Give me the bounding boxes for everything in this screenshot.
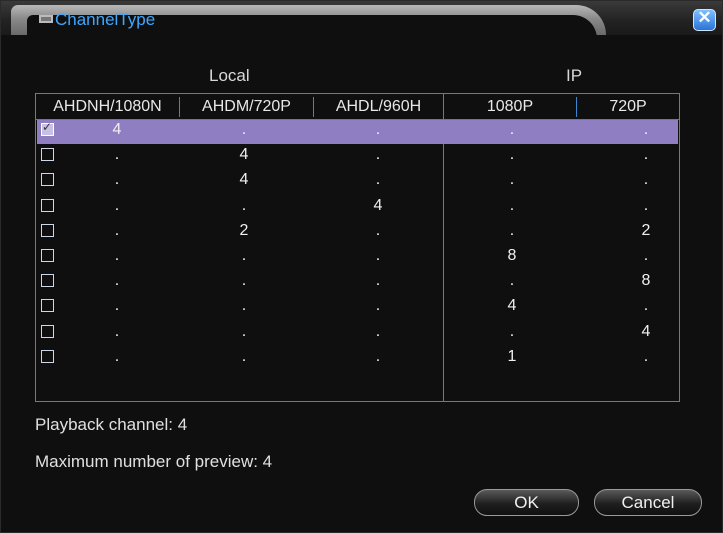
table-row[interactable]: . 2.. 2 <box>37 221 678 245</box>
ok-button[interactable]: OK <box>474 489 579 516</box>
table-cell: . <box>509 272 515 290</box>
table-cell: . <box>375 322 381 340</box>
table-cell: . <box>509 221 515 239</box>
table-cell: . <box>114 322 120 340</box>
table-cell: . <box>114 171 120 189</box>
table-cell: 4 <box>239 171 249 189</box>
table-cell: . <box>509 322 515 340</box>
table-cell: . <box>509 146 515 164</box>
table-cell: . <box>375 171 381 189</box>
table-cell: . <box>375 297 381 315</box>
table-cell: . <box>375 272 381 290</box>
title-bar: ChannelType ✕ <box>1 1 722 39</box>
dialog-title: ChannelType <box>55 10 156 29</box>
check-icon: ✓ <box>42 120 53 134</box>
playback-channel-text: Playback channel: 4 <box>35 415 188 434</box>
row-checkbox[interactable] <box>41 198 54 212</box>
table-cell: . <box>114 196 120 214</box>
table-cell: . <box>114 347 120 365</box>
table-cell: 2 <box>641 221 651 239</box>
table-cell: . <box>509 196 515 214</box>
table-cell: . <box>241 322 247 340</box>
table-cell: . <box>114 297 120 315</box>
column-header-ahdnh-1080n: AHDNH/1080N <box>53 98 162 115</box>
row-checkbox[interactable] <box>41 173 54 187</box>
table-cell: 4 <box>373 196 383 214</box>
table-cell: . <box>375 146 381 164</box>
table-cell: . <box>509 121 515 138</box>
row-checkbox[interactable] <box>41 349 54 363</box>
table-row[interactable]: . 4... <box>37 145 678 169</box>
table-cell: 4 <box>641 322 651 340</box>
close-icon: ✕ <box>697 8 712 27</box>
table-cell: . <box>241 196 247 214</box>
table-cell: . <box>643 347 649 365</box>
table-cell: 1 <box>507 347 517 365</box>
table-cell: 2 <box>239 221 249 239</box>
table-cell: . <box>241 272 247 290</box>
table-cell: . <box>241 121 247 138</box>
table-cell: 4 <box>239 146 249 164</box>
table-row[interactable]: .. 4.. <box>37 196 678 220</box>
table-cell: . <box>241 247 247 264</box>
table-cell: . <box>114 272 120 290</box>
row-checkbox[interactable] <box>41 148 54 162</box>
table-cell: . <box>643 297 649 315</box>
table-cell: . <box>375 347 381 365</box>
table-cell: . <box>241 347 247 365</box>
table-cell: . <box>643 146 649 164</box>
channel-type-dialog: ChannelType ✕ Local IP AHDNH/1080N AHDM/… <box>0 0 723 533</box>
table-row[interactable]: .... 8 <box>37 271 678 295</box>
table-row[interactable]: ... 8. <box>37 246 678 270</box>
local-group-heading: Local <box>209 66 250 85</box>
cancel-button[interactable]: Cancel <box>594 489 702 516</box>
channel-table: AHDNH/1080N AHDM/720P AHDL/960H 1080P 72… <box>35 93 680 402</box>
table-cell: 8 <box>641 272 651 290</box>
table-row[interactable]: ... 1. <box>37 347 678 371</box>
row-checkbox[interactable] <box>41 274 54 288</box>
table-cell: . <box>643 171 649 189</box>
table-cell: 4 <box>507 297 517 315</box>
table-cell: . <box>114 146 120 164</box>
row-checkbox[interactable] <box>41 299 54 313</box>
row-checkbox[interactable] <box>41 249 54 262</box>
column-header-ahdl-960h: AHDL/960H <box>335 98 422 115</box>
table-cell: . <box>643 247 649 264</box>
table-row[interactable]: . 4... <box>37 170 678 194</box>
table-cell: . <box>241 297 247 315</box>
table-cell: 8 <box>507 247 517 264</box>
table-cell: . <box>509 171 515 189</box>
max-preview-text: Maximum number of preview: 4 <box>35 452 273 471</box>
table-cell: . <box>375 247 381 264</box>
table-cell: . <box>114 247 120 264</box>
table-row[interactable]: ... 4. <box>37 296 678 320</box>
close-button[interactable]: ✕ <box>693 8 716 31</box>
table-cell: 4 <box>112 121 122 138</box>
row-checkbox[interactable] <box>41 324 54 338</box>
column-header-1080p: 1080P <box>486 98 534 115</box>
table-row[interactable]: ✓ 4.... <box>37 120 678 144</box>
column-header-ahdm-720p: AHDM/720P <box>202 98 291 115</box>
table-row[interactable]: .... 4 <box>37 322 678 346</box>
table-cell: . <box>375 221 381 239</box>
row-checkbox[interactable] <box>41 223 54 237</box>
window-icon <box>39 13 53 23</box>
column-header-720p: 720P <box>609 98 647 115</box>
row-checkbox[interactable]: ✓ <box>41 120 54 136</box>
ip-group-heading: IP <box>566 66 583 85</box>
table-cell: . <box>375 121 381 138</box>
table-cell: . <box>643 121 649 138</box>
table-cell: . <box>114 221 120 239</box>
table-cell: . <box>643 196 649 214</box>
